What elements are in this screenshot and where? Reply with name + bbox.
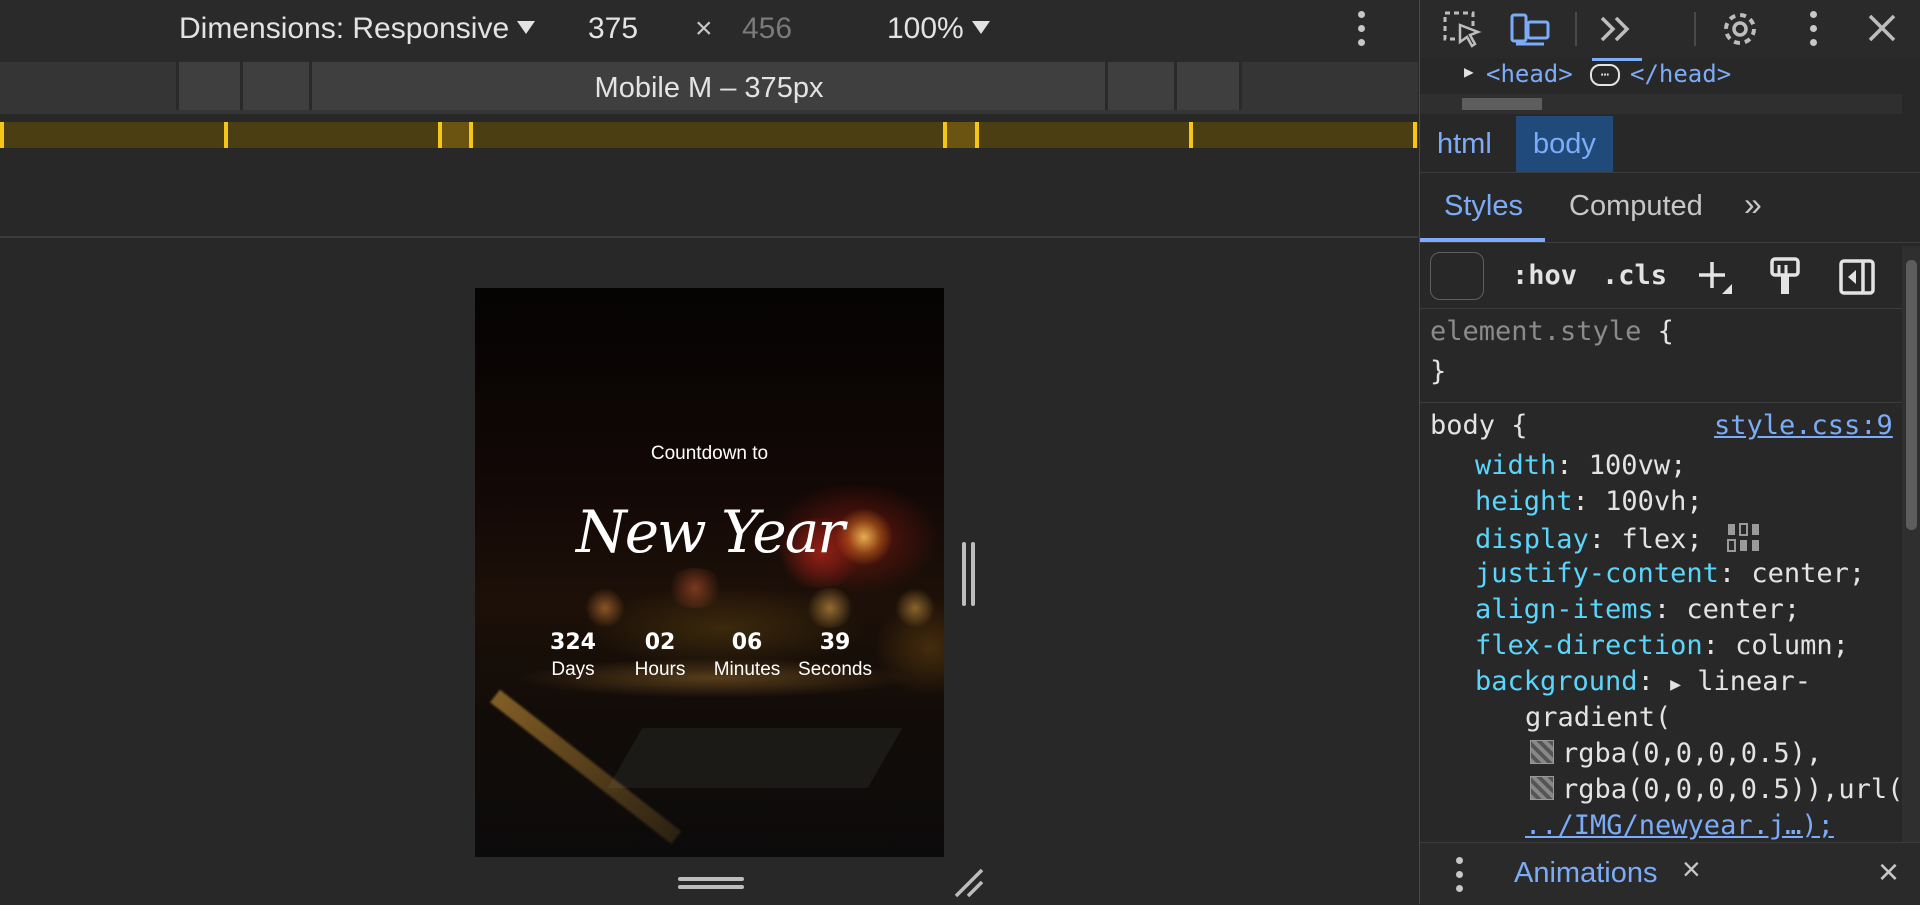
close-tab-icon[interactable]: × xyxy=(1682,851,1701,888)
declaration[interactable]: justify-content: center; xyxy=(1475,558,1865,589)
close-icon[interactable] xyxy=(1862,10,1902,48)
body-selector[interactable]: body { xyxy=(1430,410,1528,441)
media-query-marker[interactable] xyxy=(224,122,228,148)
declaration[interactable]: flex-direction: column; xyxy=(1475,630,1849,661)
device-presets-bar: Mobile M – 375px xyxy=(0,62,1418,114)
device-viewport[interactable]: Countdown to New Year 324 Days 02 Hours … xyxy=(475,288,944,857)
countdown-label: Hours xyxy=(634,659,686,680)
declaration[interactable]: height: 100vh; xyxy=(1475,486,1703,517)
countdown-value: 324 xyxy=(550,630,596,655)
zoom-label: 100% xyxy=(887,12,964,45)
caret-down-icon xyxy=(971,21,990,34)
inspect-element-icon[interactable] xyxy=(1442,10,1482,48)
device-toggle-icon[interactable] xyxy=(1510,10,1550,48)
head-open-tag: <head> xyxy=(1486,60,1573,88)
gear-icon[interactable] xyxy=(1720,10,1760,48)
more-subtabs-icon[interactable]: » xyxy=(1744,186,1762,223)
countdown-label: Minutes xyxy=(713,659,781,680)
more-tabs-icon[interactable] xyxy=(1596,10,1636,48)
media-query-marker[interactable] xyxy=(1413,122,1417,148)
styles-filter-bar: :hov .cls xyxy=(1420,246,1902,309)
expand-triangle-icon[interactable]: ▶ xyxy=(1464,62,1474,81)
dom-tree-row[interactable]: ▶ <head> ⋯ </head> xyxy=(1420,58,1920,94)
url-link[interactable]: ../IMG/newyear.j…); xyxy=(1525,810,1834,841)
hov-toggle[interactable]: :hov xyxy=(1512,260,1577,291)
countdown-label: Seconds xyxy=(798,659,872,680)
horizontal-scrollbar[interactable] xyxy=(1420,94,1902,114)
styles-subtabs: Styles Computed » xyxy=(1420,176,1920,243)
paint-brush-icon[interactable] xyxy=(1768,256,1804,298)
tab-styles[interactable]: Styles xyxy=(1444,190,1523,223)
height-input[interactable]: 456 xyxy=(742,12,792,46)
media-query-bar xyxy=(0,118,1418,152)
times-icon: × xyxy=(695,12,713,45)
media-query-marker[interactable] xyxy=(469,122,473,148)
active-tab-indicator xyxy=(1420,238,1545,242)
dimensions-dropdown[interactable]: Dimensions: Responsive xyxy=(179,12,536,46)
rule-close-brace: } xyxy=(1430,356,1447,387)
ellipsis-icon[interactable]: ⋯ xyxy=(1590,64,1620,86)
resize-corner-icon[interactable] xyxy=(952,866,984,898)
breadcrumb-html[interactable]: html xyxy=(1420,116,1509,172)
source-link[interactable]: style.css:9 xyxy=(1714,410,1893,441)
countdown-value: 39 xyxy=(819,630,851,655)
devtools-panel: ▶ <head> ⋯ </head> html body Styles Comp… xyxy=(1419,0,1920,905)
head-close-tag: </head> xyxy=(1630,60,1732,88)
shoreline-shape xyxy=(607,728,903,788)
countdown-days: 324 Days xyxy=(528,630,618,681)
ruler-divider xyxy=(0,236,1418,238)
dimensions-label: Dimensions: Responsive xyxy=(179,12,510,45)
declaration-continuation: rgba(0,0,0,0.5), xyxy=(1530,738,1822,769)
declaration-continuation: gradient( xyxy=(1525,702,1672,733)
device-toolbar: Dimensions: Responsive 375 × 456 100% xyxy=(0,0,1418,63)
countdown-value: 02 xyxy=(644,630,676,655)
element-style-selector[interactable]: element.style { xyxy=(1430,316,1674,347)
countdown-label: Days xyxy=(551,659,595,680)
media-query-marker[interactable] xyxy=(943,122,947,148)
new-rule-icon[interactable] xyxy=(1696,258,1734,296)
width-input[interactable]: 375 xyxy=(588,12,638,46)
media-query-marker[interactable] xyxy=(975,122,979,148)
breadcrumb-body[interactable]: body xyxy=(1516,116,1613,172)
resize-handle-bottom[interactable] xyxy=(678,877,744,893)
breadcrumb: html body xyxy=(1420,116,1920,173)
more-options-icon[interactable] xyxy=(1358,11,1366,47)
resize-handle-right[interactable] xyxy=(962,542,976,606)
drawer-menu-icon[interactable] xyxy=(1456,857,1464,893)
expand-triangle-icon: ▶ xyxy=(1670,674,1681,695)
preset-label: Mobile M – 375px xyxy=(594,72,824,104)
color-swatch-icon[interactable] xyxy=(1530,776,1554,800)
devtools-menu-icon[interactable] xyxy=(1810,11,1818,47)
media-query-marker[interactable] xyxy=(0,122,4,148)
media-query-marker[interactable] xyxy=(438,122,442,148)
countdown-heading: Countdown to xyxy=(650,443,769,464)
color-swatch-icon[interactable] xyxy=(1530,740,1554,764)
devtools-drawer: Animations × × xyxy=(1420,842,1920,905)
close-drawer-icon[interactable]: × xyxy=(1878,851,1899,893)
sidebar-toggle-icon[interactable] xyxy=(1838,258,1876,296)
styles-pane: element.style { } body { style.css:9 wid… xyxy=(1420,310,1902,842)
flexbox-editor-icon[interactable] xyxy=(1726,522,1765,561)
declaration[interactable]: background: ▶ linear- xyxy=(1475,666,1811,697)
declaration[interactable]: align-items: center; xyxy=(1475,594,1800,625)
countdown-value: 06 xyxy=(731,630,763,655)
zoom-dropdown[interactable]: 100% xyxy=(887,12,990,46)
countdown-hours: 02 Hours xyxy=(615,630,705,681)
filter-input[interactable] xyxy=(1430,252,1484,300)
media-query-marker[interactable] xyxy=(1189,122,1193,148)
vertical-scrollbar[interactable] xyxy=(1902,246,1920,842)
caret-down-icon xyxy=(517,21,536,34)
countdown-seconds: 39 Seconds xyxy=(790,630,880,681)
declaration[interactable]: width: 100vw; xyxy=(1475,450,1686,481)
tab-computed[interactable]: Computed xyxy=(1569,190,1703,223)
tab-animations[interactable]: Animations xyxy=(1514,857,1657,890)
new-year-script-title: New Year xyxy=(575,498,845,566)
declaration[interactable]: display: flex; xyxy=(1475,522,1765,561)
cls-toggle[interactable]: .cls xyxy=(1602,260,1667,291)
declaration-continuation: rgba(0,0,0,0.5)),url( xyxy=(1530,774,1902,805)
countdown-minutes: 06 Minutes xyxy=(702,630,792,681)
devtools-toolbar xyxy=(1420,0,1920,58)
